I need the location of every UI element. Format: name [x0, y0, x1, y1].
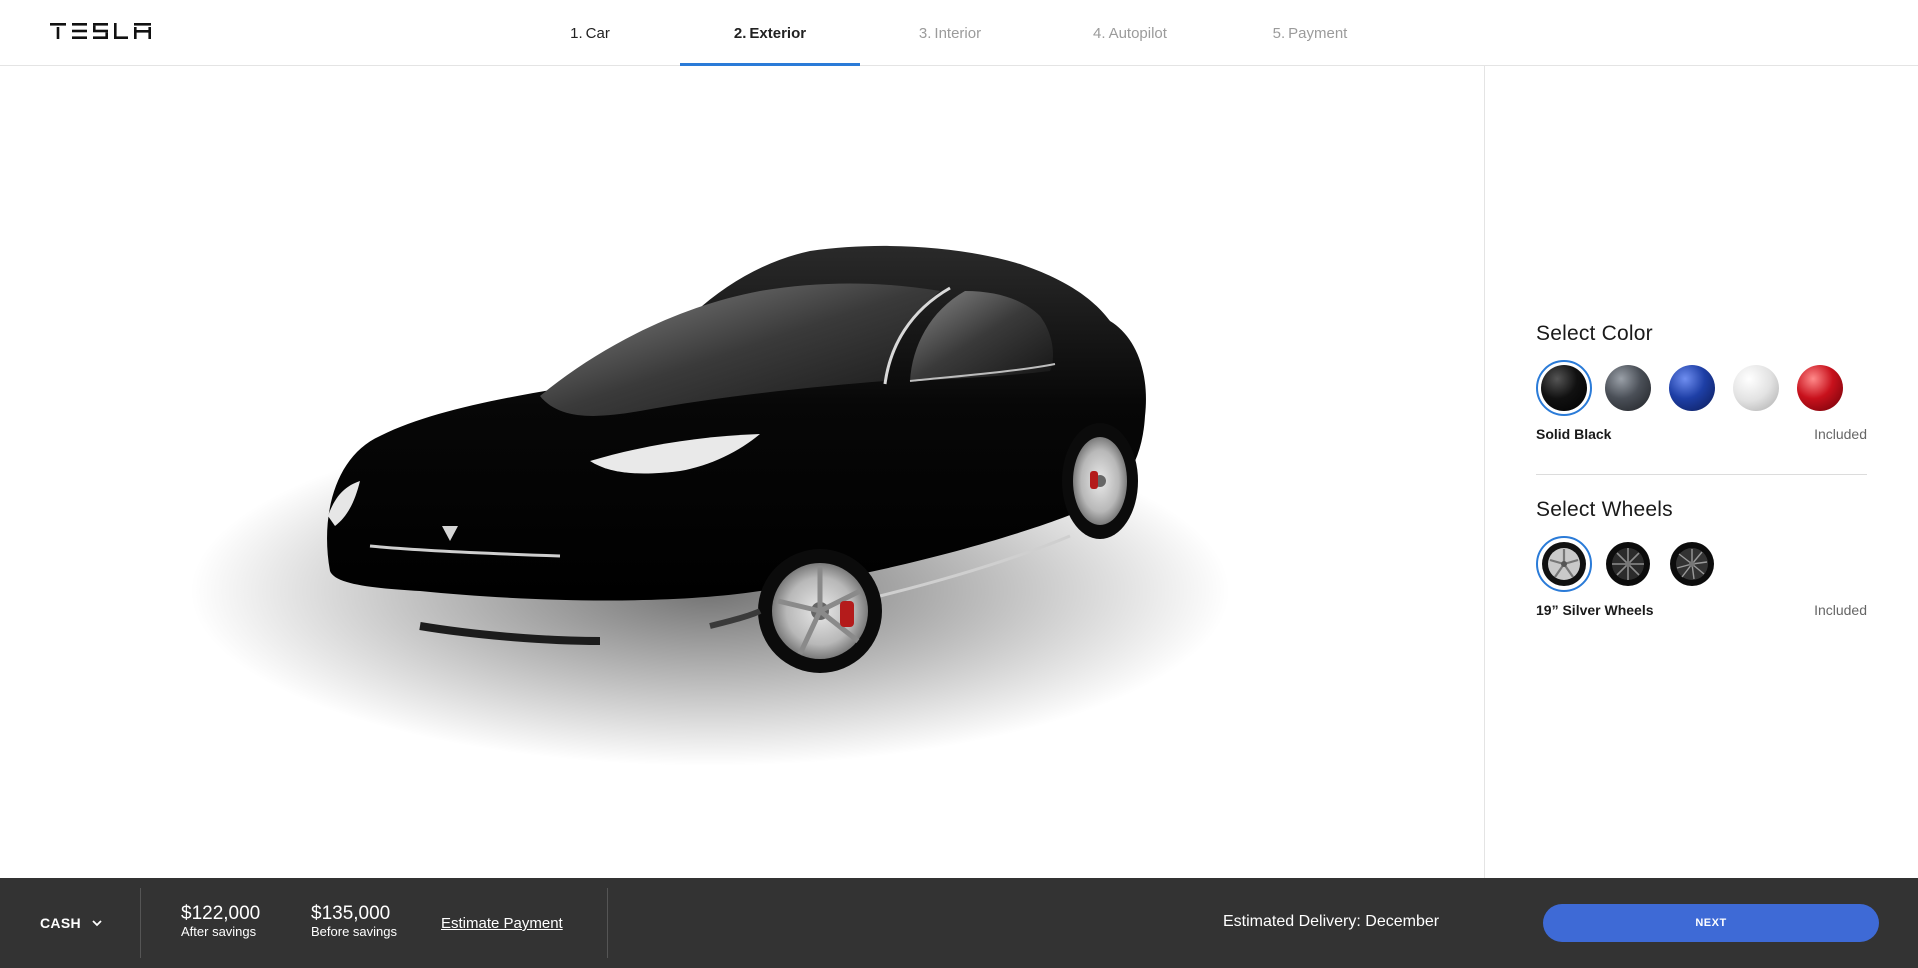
step-autopilot[interactable]: 4. Autopilot — [1040, 0, 1220, 66]
step-car[interactable]: 1. Car — [500, 0, 680, 66]
price-after-savings: $122,000 After savings — [181, 904, 260, 940]
wheel-swatches — [1536, 536, 1867, 592]
chevron-down-icon — [91, 917, 103, 929]
select-color-title: Select Color — [1536, 322, 1653, 345]
color-swatch-red[interactable] — [1792, 360, 1848, 416]
color-ball — [1605, 365, 1651, 411]
color-section: Select Color Solid Black Included — [1536, 322, 1867, 442]
color-swatch-metallic-gray[interactable] — [1600, 360, 1656, 416]
step-payment[interactable]: 5. Payment — [1220, 0, 1400, 66]
step-number: 1. — [570, 24, 583, 42]
step-interior[interactable]: 3. Interior — [860, 0, 1040, 66]
step-number: 2. — [733, 24, 747, 42]
car-image — [120, 196, 1350, 836]
summary-footer: CASH $122,000 After savings $135,000 Bef… — [0, 878, 1918, 968]
step-label: Exterior — [749, 24, 807, 42]
select-wheels-title: Select Wheels — [1536, 498, 1673, 521]
step-label: Payment — [1288, 24, 1348, 42]
step-label: Autopilot — [1108, 24, 1167, 42]
color-swatch-solid-black[interactable] — [1536, 360, 1592, 416]
price-before-savings: $135,000 Before savings — [311, 904, 397, 940]
price-before-label: Before savings — [311, 924, 397, 939]
checkout-steps: 1. Car 2. Exterior 3. Interior 4. Autopi… — [500, 0, 1400, 67]
tesla-wordmark-icon — [50, 23, 151, 39]
wheel-swatch-silver[interactable] — [1536, 536, 1592, 592]
color-ball — [1733, 365, 1779, 411]
step-number: 3. — [918, 24, 932, 42]
step-label: Car — [585, 24, 610, 42]
silver-wheel-icon — [1542, 542, 1586, 586]
payment-method-dropdown[interactable]: CASH — [40, 878, 103, 968]
selected-color-price: Included — [1814, 426, 1867, 442]
wheel-swatch-sonic-carbon[interactable] — [1600, 536, 1656, 592]
step-label: Interior — [934, 24, 982, 42]
step-number: 4. — [1093, 24, 1106, 42]
section-divider — [1536, 474, 1867, 475]
selected-wheel-name: 19” Silver Wheels — [1536, 602, 1654, 618]
step-number: 5. — [1272, 24, 1286, 42]
color-swatch-pearl-white[interactable] — [1728, 360, 1784, 416]
footer-divider — [607, 888, 608, 958]
turbine-wheel-icon — [1670, 542, 1714, 586]
color-ball — [1669, 365, 1715, 411]
color-swatch-deep-blue[interactable] — [1664, 360, 1720, 416]
color-swatches — [1536, 360, 1867, 416]
color-ball — [1541, 365, 1587, 411]
wheel-swatch-turbine[interactable] — [1664, 536, 1720, 592]
selected-wheel-price: Included — [1814, 602, 1867, 618]
sonic-carbon-wheel-icon — [1606, 542, 1650, 586]
color-ball — [1797, 365, 1843, 411]
car-preview-stage — [0, 66, 1484, 878]
step-exterior[interactable]: 2. Exterior — [680, 0, 860, 67]
top-nav: 1. Car 2. Exterior 3. Interior 4. Autopi… — [0, 0, 1918, 67]
payment-method-label: CASH — [40, 915, 81, 931]
selected-color-name: Solid Black — [1536, 426, 1612, 442]
model-s-car-icon — [190, 245, 1230, 766]
options-panel: Select Color Solid Black Included Select… — [1484, 66, 1918, 878]
estimate-payment-link[interactable]: Estimate Payment — [441, 915, 563, 932]
estimated-delivery: Estimated Delivery: December — [1223, 913, 1440, 930]
selected-color-row: Solid Black Included — [1536, 426, 1867, 442]
selected-wheel-row: 19” Silver Wheels Included — [1536, 602, 1867, 618]
price-before-amount: $135,000 — [311, 903, 391, 924]
footer-divider — [140, 888, 141, 958]
next-button[interactable]: NEXT — [1543, 904, 1879, 942]
wheel-section: Select Wheels 19” Silver Wheels Included — [1536, 498, 1867, 618]
price-after-amount: $122,000 — [181, 903, 261, 924]
price-after-label: After savings — [181, 924, 257, 939]
tesla-logo[interactable] — [50, 22, 152, 40]
